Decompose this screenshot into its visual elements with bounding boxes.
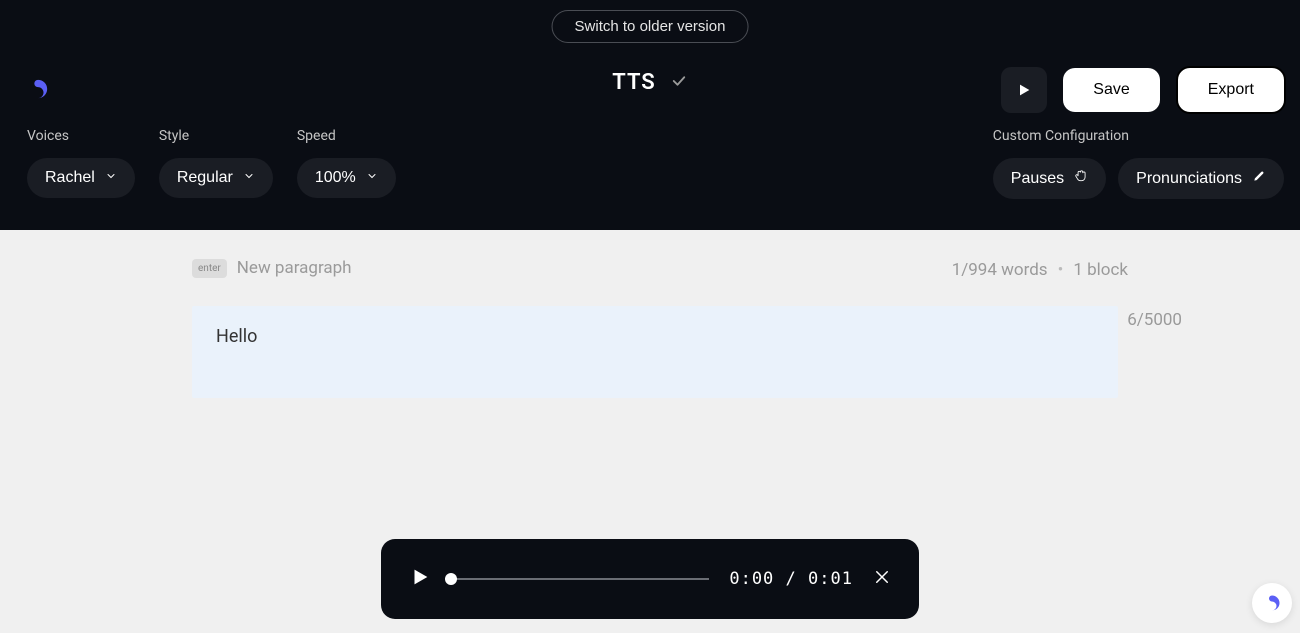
enter-key-badge: enter — [192, 259, 227, 278]
help-bubble[interactable] — [1252, 583, 1292, 623]
pronunciations-button[interactable]: Pronunciations — [1118, 158, 1284, 199]
player-total-time: 0:01 — [808, 569, 853, 589]
check-icon — [670, 72, 688, 94]
play-icon — [409, 566, 431, 588]
char-count: 6/5000 — [1127, 310, 1182, 330]
player-progress-bar[interactable] — [451, 578, 709, 580]
pencil-icon — [1252, 169, 1266, 188]
hand-icon — [1074, 169, 1088, 188]
export-button-wrap: Export — [1176, 66, 1286, 114]
voices-label: Voices — [27, 128, 135, 144]
player-time-separator: / — [786, 569, 797, 589]
block-count: 1 block — [1073, 260, 1128, 280]
play-icon — [1016, 82, 1032, 98]
chevron-down-icon — [105, 169, 117, 187]
app-header: Switch to older version TTS Save Export … — [0, 0, 1300, 230]
editor-wrap: enter New paragraph 1/994 words • 1 bloc… — [192, 258, 1118, 398]
player-progress-thumb[interactable] — [445, 573, 457, 585]
controls-row: Voices Rachel Style Regular Speed 100% — [27, 128, 1284, 199]
editor-area: enter New paragraph 1/994 words • 1 bloc… — [0, 230, 1300, 398]
text-input[interactable]: Hello — [192, 306, 1118, 398]
style-label: Style — [159, 128, 273, 144]
left-controls: Voices Rachel Style Regular Speed 100% — [27, 128, 396, 199]
speed-value: 100% — [315, 169, 356, 187]
chevron-down-icon — [243, 169, 255, 187]
player-current-time: 0:00 — [729, 569, 774, 589]
top-actions: Save Export — [1001, 66, 1286, 114]
export-button[interactable]: Export — [1180, 70, 1282, 110]
right-controls: Custom Configuration Pauses Pronunciatio… — [993, 128, 1284, 199]
page-title: TTS — [612, 70, 655, 95]
player-close-button[interactable] — [873, 568, 891, 590]
voices-group: Voices Rachel — [27, 128, 135, 199]
voices-value: Rachel — [45, 169, 95, 187]
player-play-button[interactable] — [409, 566, 431, 592]
dot-separator: • — [1058, 260, 1064, 280]
audio-player: 0:00 / 0:01 — [381, 539, 919, 619]
custom-config-label: Custom Configuration — [993, 128, 1284, 144]
stats: 1/994 words • 1 block — [952, 260, 1128, 280]
pronunciations-label: Pronunciations — [1136, 170, 1242, 188]
close-icon — [873, 568, 891, 586]
switch-version-button[interactable]: Switch to older version — [552, 10, 749, 43]
pauses-label: Pauses — [1011, 170, 1064, 188]
logo-icon — [1263, 594, 1281, 612]
speed-label: Speed — [297, 128, 396, 144]
speed-group: Speed 100% — [297, 128, 396, 199]
player-time: 0:00 / 0:01 — [729, 569, 853, 589]
style-group: Style Regular — [159, 128, 273, 199]
style-value: Regular — [177, 169, 233, 187]
style-select[interactable]: Regular — [159, 158, 273, 198]
pauses-button[interactable]: Pauses — [993, 158, 1106, 199]
right-pills: Pauses Pronunciations — [993, 158, 1284, 199]
save-button[interactable]: Save — [1063, 68, 1159, 112]
voices-select[interactable]: Rachel — [27, 158, 135, 198]
speed-select[interactable]: 100% — [297, 158, 396, 198]
play-preview-button[interactable] — [1001, 67, 1047, 113]
chevron-down-icon — [366, 169, 378, 187]
hint-text: New paragraph — [237, 258, 352, 278]
word-count: 1/994 words — [952, 260, 1048, 280]
